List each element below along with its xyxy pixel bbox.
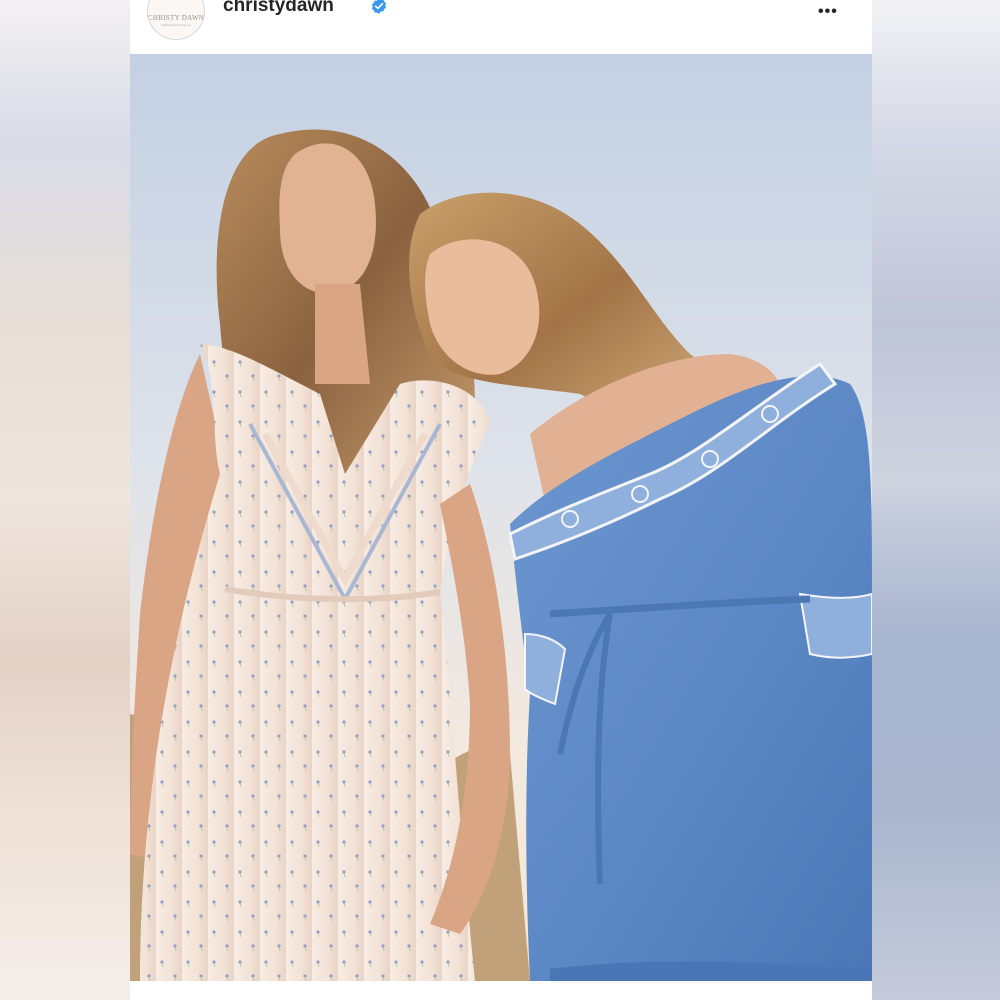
background-blur-left xyxy=(0,0,130,1000)
avatar-logo-subtext: timeless heirloom goods xyxy=(161,22,191,27)
more-options-icon[interactable]: ••• xyxy=(818,3,838,21)
verified-badge-icon xyxy=(371,0,387,14)
post-header: CHRISTY DAWN timeless heirloom goods chr… xyxy=(130,0,872,54)
post-photo[interactable] xyxy=(130,54,872,981)
avatar-logo-text: CHRISTY DAWN xyxy=(147,13,205,22)
avatar[interactable]: CHRISTY DAWN timeless heirloom goods xyxy=(147,0,205,40)
photo-illustration xyxy=(130,54,872,981)
background-blur-right xyxy=(872,0,1000,1000)
instagram-post: CHRISTY DAWN timeless heirloom goods chr… xyxy=(130,0,872,1000)
username[interactable]: christydawn xyxy=(223,0,334,17)
